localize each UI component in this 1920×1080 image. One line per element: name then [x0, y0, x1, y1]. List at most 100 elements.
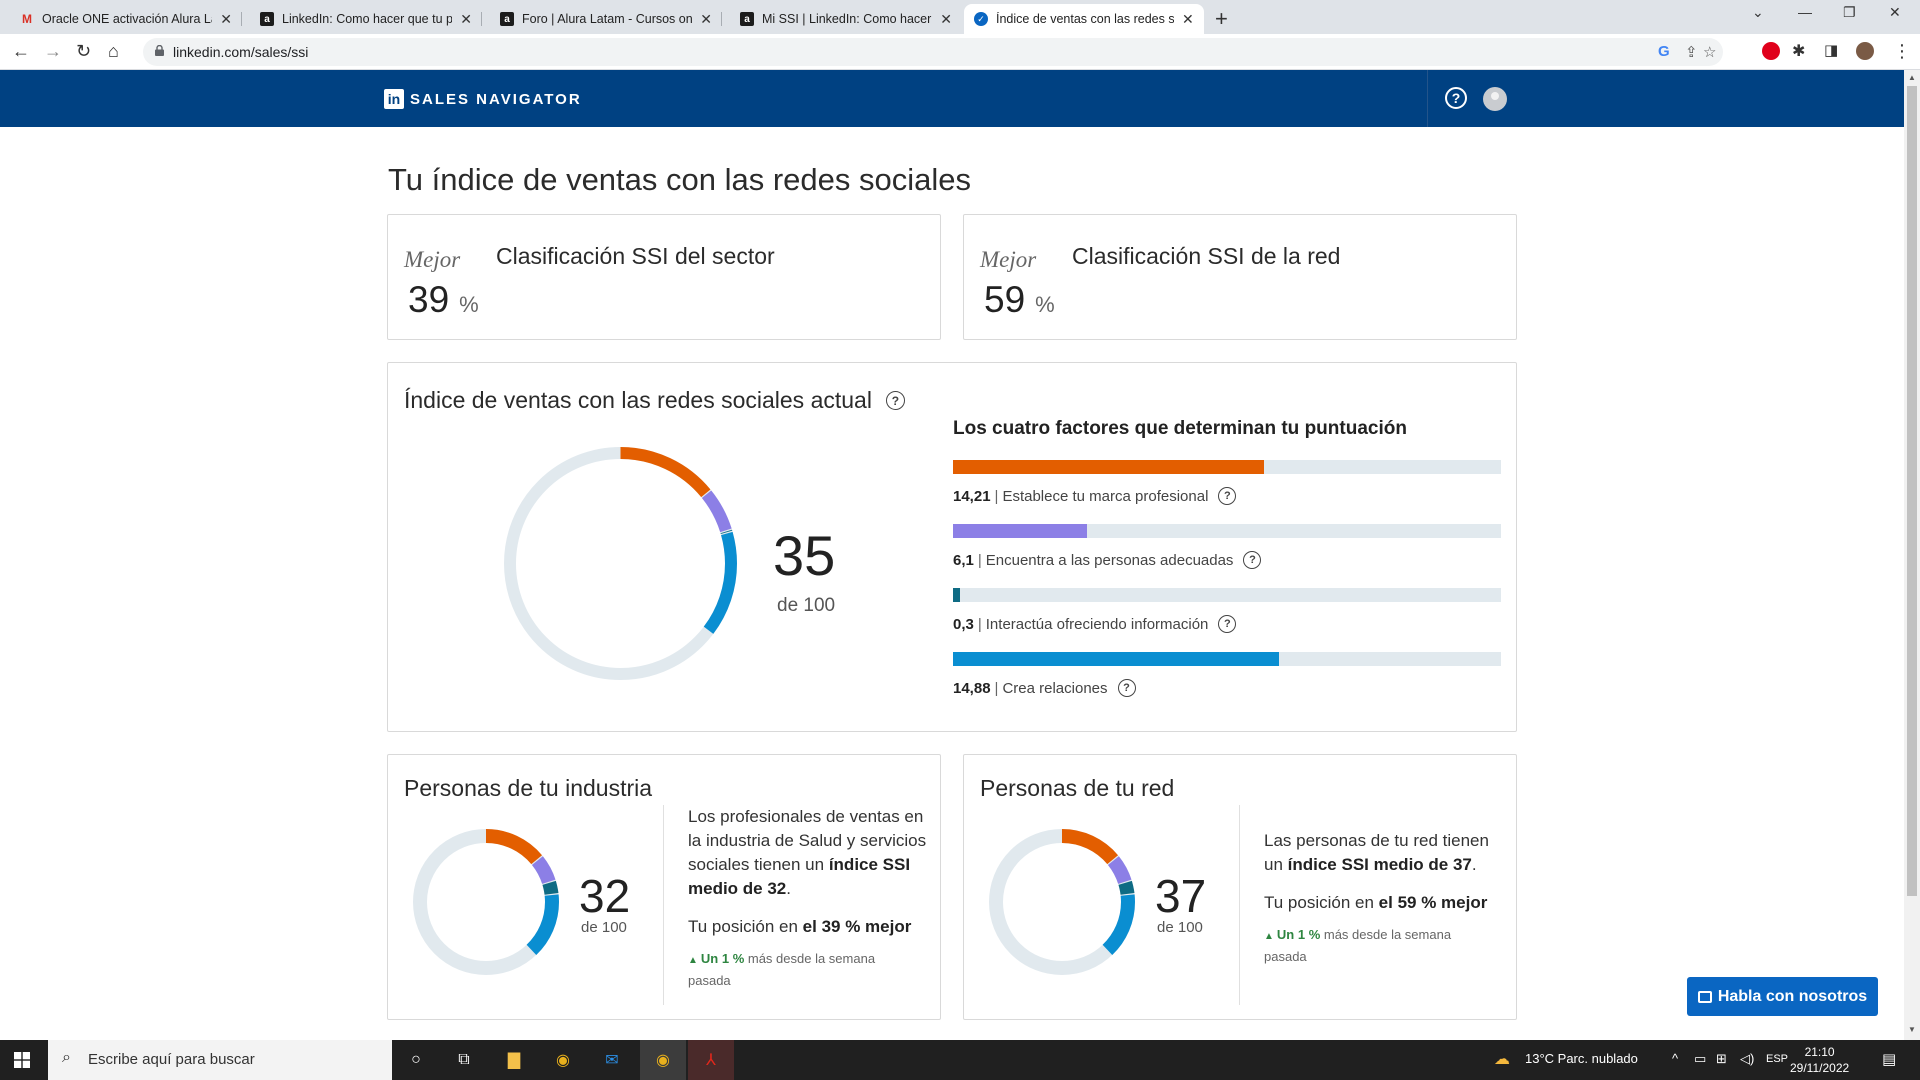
- network-description: Las personas de tu red tienen un índice …: [1264, 829, 1504, 877]
- factor-bar: [953, 588, 1501, 602]
- clock[interactable]: 21:10 29/11/2022: [1790, 1044, 1849, 1076]
- position-label: Tu posición en: [688, 917, 803, 936]
- bookmark-star-icon[interactable]: ☆: [1703, 43, 1716, 61]
- acrobat-icon[interactable]: ⅄: [699, 1048, 723, 1072]
- help-icon[interactable]: ?: [1445, 87, 1467, 109]
- network-card: Personas de tu red 37 de 100 Las persona…: [963, 754, 1517, 1020]
- close-icon[interactable]: ✕: [220, 11, 232, 28]
- profile-avatar[interactable]: [1856, 42, 1874, 60]
- help-icon[interactable]: ?: [1243, 551, 1262, 569]
- factor-value: 6,1: [953, 551, 974, 569]
- close-icon[interactable]: ✕: [700, 11, 712, 28]
- chrome-icon[interactable]: ◉: [551, 1048, 575, 1072]
- scroll-up-icon[interactable]: ▲: [1908, 73, 1916, 82]
- browser-tab[interactable]: a Foro | Alura Latam - Cursos online ✕: [490, 4, 722, 34]
- browser-tab-bar: M Oracle ONE activación Alura Latam ✕ a …: [0, 0, 1920, 34]
- ssi-score-of: de 100: [777, 595, 836, 616]
- weather-icon[interactable]: ☁: [1494, 1049, 1510, 1069]
- factor-row: 0,3 | Interactúa ofreciendo información ?: [953, 588, 1501, 633]
- industry-score: 32: [579, 870, 631, 922]
- ssi-card-title: Índice de ventas con las redes sociales …: [404, 387, 905, 414]
- rank-qualifier: Mejor: [404, 247, 461, 272]
- chat-with-us-button[interactable]: Habla con nosotros: [1687, 977, 1878, 1016]
- task-view-icon[interactable]: ⧉: [452, 1048, 476, 1072]
- position-label: Tu posición en: [1264, 893, 1379, 912]
- notifications-icon[interactable]: ▤: [1882, 1050, 1896, 1068]
- sector-rank-card: Mejor Clasificación SSI del sector 39%: [387, 214, 941, 340]
- industry-position: Tu posición en el 39 % mejor: [688, 917, 911, 937]
- sales-navigator-logo[interactable]: in SALES NAVIGATOR: [384, 89, 582, 109]
- rank-unit: %: [459, 292, 479, 317]
- close-icon[interactable]: ✕: [460, 11, 472, 28]
- linkedin-logo-icon: in: [384, 89, 404, 109]
- help-icon[interactable]: ?: [1117, 679, 1136, 697]
- browser-tab[interactable]: a LinkedIn: Como hacer que tu perfil ✕: [250, 4, 482, 34]
- network-text-end: .: [1471, 855, 1477, 874]
- forward-icon[interactable]: →: [44, 41, 62, 62]
- user-avatar[interactable]: [1483, 87, 1507, 111]
- divider: [663, 805, 664, 1005]
- address-bar[interactable]: linkedin.com/sales/ssi G ⇪ ☆: [143, 38, 1723, 66]
- tab-search-icon[interactable]: ⌄: [1752, 4, 1764, 21]
- mail-icon[interactable]: ✉: [600, 1048, 624, 1072]
- google-icon[interactable]: G: [1658, 43, 1670, 60]
- factor-label: 6,1 | Encuentra a las personas adecuadas ?: [953, 551, 1501, 569]
- factor-bar-fill: [953, 652, 1280, 666]
- language-indicator[interactable]: ESP: [1766, 1053, 1788, 1065]
- brand-name: SALES NAVIGATOR: [410, 90, 582, 108]
- extensions-icon[interactable]: ✱: [1792, 41, 1805, 61]
- factor-name: Encuentra a las personas adecuadas: [985, 551, 1234, 569]
- rank-qualifier: Mejor: [980, 247, 1037, 272]
- network-title: Personas de tu red: [980, 775, 1175, 801]
- network-icon[interactable]: ⊞: [1716, 1051, 1727, 1067]
- windows-start-icon[interactable]: [14, 1052, 30, 1068]
- maximize-icon[interactable]: ❐: [1843, 4, 1856, 21]
- volume-icon[interactable]: ◁): [1740, 1051, 1754, 1067]
- close-window-icon[interactable]: ✕: [1889, 4, 1901, 21]
- browser-toolbar: ← → ↻ ⌂ linkedin.com/sales/ssi G ⇪ ☆ ✱ ◨…: [0, 34, 1920, 70]
- share-icon[interactable]: ⇪: [1685, 43, 1698, 61]
- home-icon[interactable]: ⌂: [108, 41, 119, 62]
- header-divider: [1427, 70, 1428, 127]
- tab-title: Foro | Alura Latam - Cursos online: [522, 12, 693, 26]
- browser-tab[interactable]: a Mi SSI | LinkedIn: Como hacer que ✕: [730, 4, 962, 34]
- close-icon[interactable]: ✕: [1182, 11, 1194, 28]
- factor-value: 14,21: [953, 487, 991, 505]
- help-icon[interactable]: ?: [1218, 487, 1237, 505]
- sidepanel-icon[interactable]: ◨: [1824, 41, 1838, 59]
- rank-value: 39%: [408, 279, 479, 321]
- separator: |: [977, 615, 982, 633]
- reload-icon[interactable]: ↻: [76, 41, 91, 62]
- scroll-thumb[interactable]: [1907, 86, 1917, 896]
- meet-icon[interactable]: ▭: [1694, 1051, 1706, 1067]
- position-value: el 39 % mejor: [802, 917, 912, 936]
- browser-tab[interactable]: M Oracle ONE activación Alura Latam ✕: [10, 4, 242, 34]
- new-tab-icon[interactable]: +: [1215, 6, 1228, 32]
- file-explorer-icon[interactable]: ▇: [502, 1048, 526, 1072]
- factor-bar: [953, 652, 1501, 666]
- trend-up-icon: ▲: [1264, 931, 1274, 942]
- back-icon[interactable]: ←: [12, 41, 30, 62]
- menu-kebab-icon[interactable]: ⋮: [1893, 41, 1911, 62]
- chrome-icon[interactable]: ◉: [651, 1048, 675, 1072]
- browser-tab-active[interactable]: ✓ Índice de ventas con las redes sociale…: [964, 4, 1204, 34]
- scroll-down-icon[interactable]: ▼: [1908, 1025, 1916, 1034]
- factor-label: 14,88 | Crea relaciones ?: [953, 679, 1501, 697]
- help-icon[interactable]: ?: [885, 391, 905, 410]
- tray-chevron-icon[interactable]: ^: [1672, 1051, 1678, 1066]
- windows-taskbar: ⌕ Escribe aquí para buscar ○ ⧉ ▇ ◉ ✉ ◉ ⅄…: [0, 1040, 1920, 1080]
- help-icon[interactable]: ?: [1218, 615, 1237, 633]
- close-icon[interactable]: ✕: [940, 11, 952, 28]
- page-scrollbar[interactable]: ▲ ▼: [1904, 70, 1920, 1040]
- cortana-icon[interactable]: ○: [404, 1048, 428, 1072]
- factor-value: 14,88: [953, 679, 991, 697]
- factor-bar-fill: [953, 460, 1265, 474]
- network-text-bold: índice SSI medio de 37: [1287, 855, 1472, 874]
- ssi-current-card: Índice de ventas con las redes sociales …: [387, 362, 1517, 732]
- factor-name: Crea relaciones: [1002, 679, 1108, 697]
- opera-icon[interactable]: [1762, 42, 1780, 60]
- minimize-icon[interactable]: —: [1798, 4, 1812, 20]
- trend-value: Un 1 %: [1276, 927, 1321, 942]
- weather-text[interactable]: 13°C Parc. nublado: [1525, 1051, 1638, 1066]
- taskbar-search[interactable]: ⌕ Escribe aquí para buscar: [48, 1040, 392, 1080]
